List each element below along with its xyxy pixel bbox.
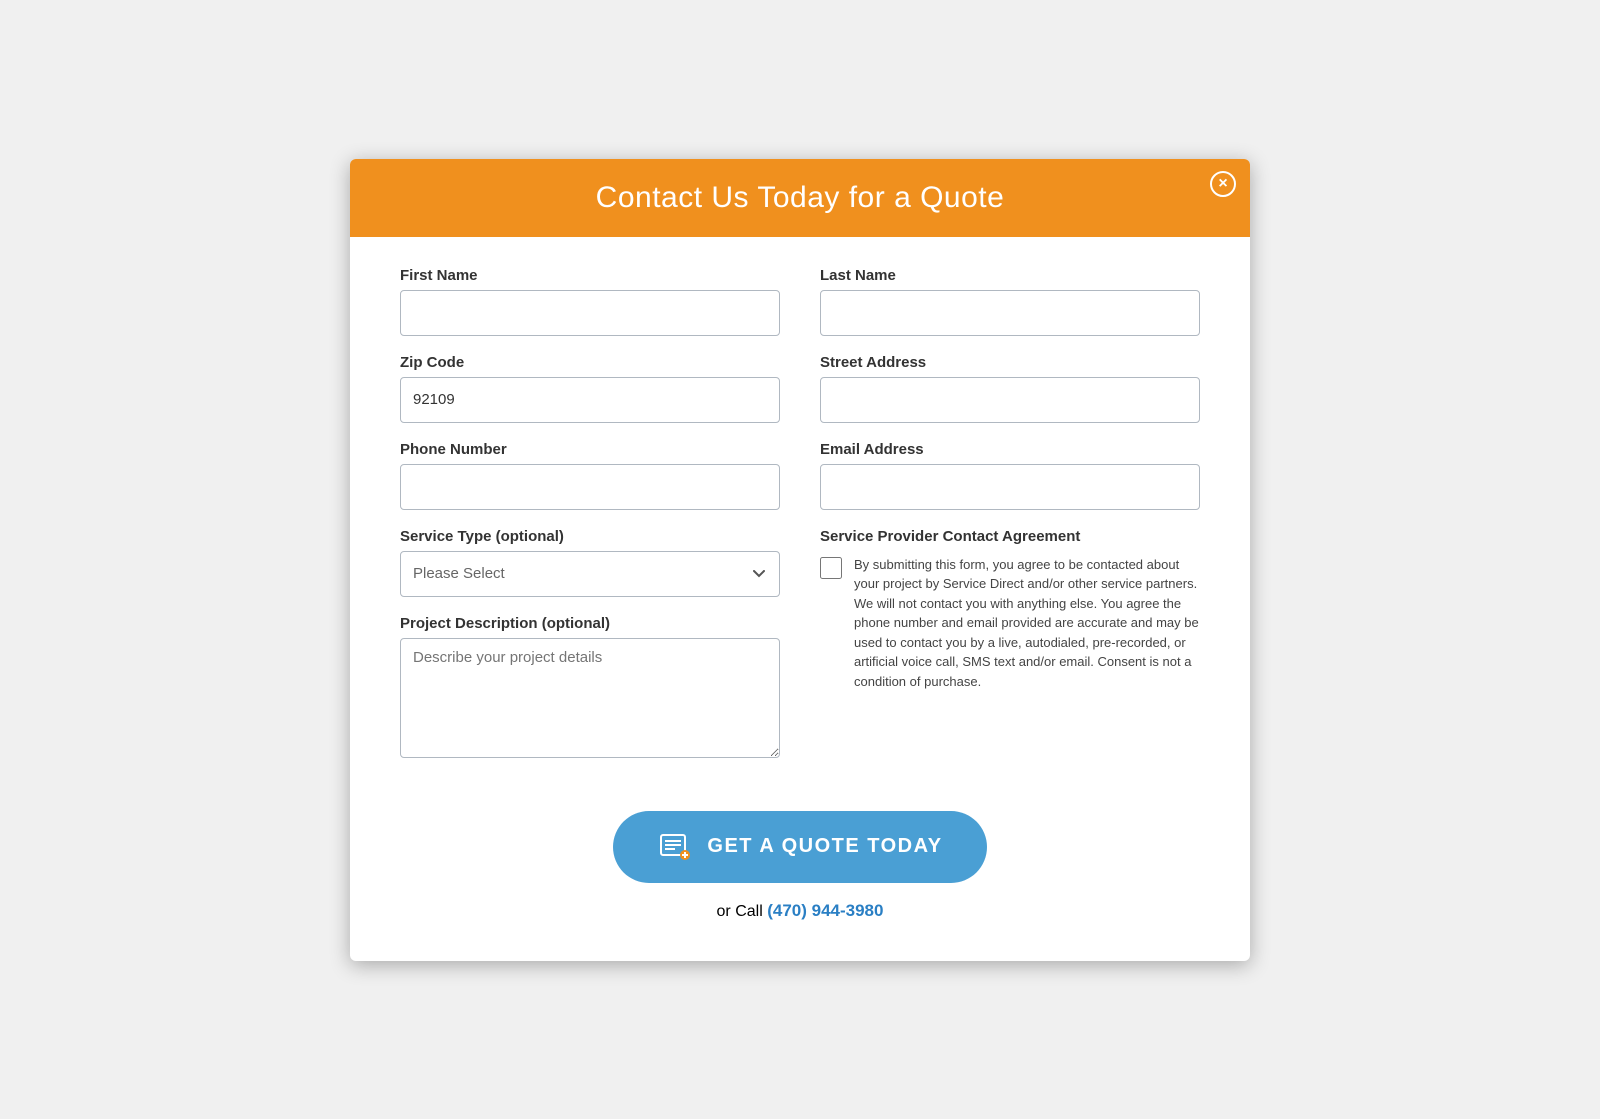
street-address-field: Street Address [820,354,1200,423]
modal-title: Contact Us Today for a Quote [390,181,1210,215]
phone-number-label: Phone Number [400,441,780,458]
quote-button-label: GET A QUOTE TODAY [707,835,942,858]
or-call-text: or Call [717,903,763,920]
modal-header: Contact Us Today for a Quote × [350,159,1250,237]
email-address-input[interactable] [820,464,1200,510]
agreement-text: By submitting this form, you agree to be… [854,555,1200,692]
service-type-field: Service Type (optional) Please Select Pl… [400,528,780,597]
form-actions: GET A QUOTE TODAY or Call (470) 944-3980 [400,811,1200,921]
project-description-field: Project Description (optional) [400,615,780,763]
agreement-body: By submitting this form, you agree to be… [820,555,1200,692]
phone-number-input[interactable] [400,464,780,510]
close-button[interactable]: × [1210,171,1236,197]
modal-container: Contact Us Today for a Quote × First Nam… [350,159,1250,961]
agreement-title: Service Provider Contact Agreement [820,528,1200,545]
get-quote-button[interactable]: GET A QUOTE TODAY [613,811,986,883]
first-name-field: First Name [400,267,780,336]
zip-code-field: Zip Code [400,354,780,423]
agreement-checkbox[interactable] [820,557,842,579]
or-call-section: or Call (470) 944-3980 [717,901,884,921]
street-address-input[interactable] [820,377,1200,423]
form-grid: First Name Zip Code Phone Number Service… [400,267,1200,781]
project-description-label: Project Description (optional) [400,615,780,632]
service-type-select[interactable]: Please Select Plumbing Electrical HVAC R… [400,551,780,597]
last-name-field: Last Name [820,267,1200,336]
service-type-label: Service Type (optional) [400,528,780,545]
street-address-label: Street Address [820,354,1200,371]
email-address-label: Email Address [820,441,1200,458]
phone-number-field: Phone Number [400,441,780,510]
first-name-input[interactable] [400,290,780,336]
project-description-textarea[interactable] [400,638,780,758]
email-address-field: Email Address [820,441,1200,510]
left-column: First Name Zip Code Phone Number Service… [400,267,780,781]
zip-code-label: Zip Code [400,354,780,371]
zip-code-input[interactable] [400,377,780,423]
last-name-input[interactable] [820,290,1200,336]
last-name-label: Last Name [820,267,1200,284]
agreement-section: Service Provider Contact Agreement By su… [820,528,1200,692]
modal-body: First Name Zip Code Phone Number Service… [350,237,1250,961]
first-name-label: First Name [400,267,780,284]
quote-icon [657,829,693,865]
right-column: Last Name Street Address Email Address S… [820,267,1200,781]
phone-link[interactable]: (470) 944-3980 [767,901,883,920]
